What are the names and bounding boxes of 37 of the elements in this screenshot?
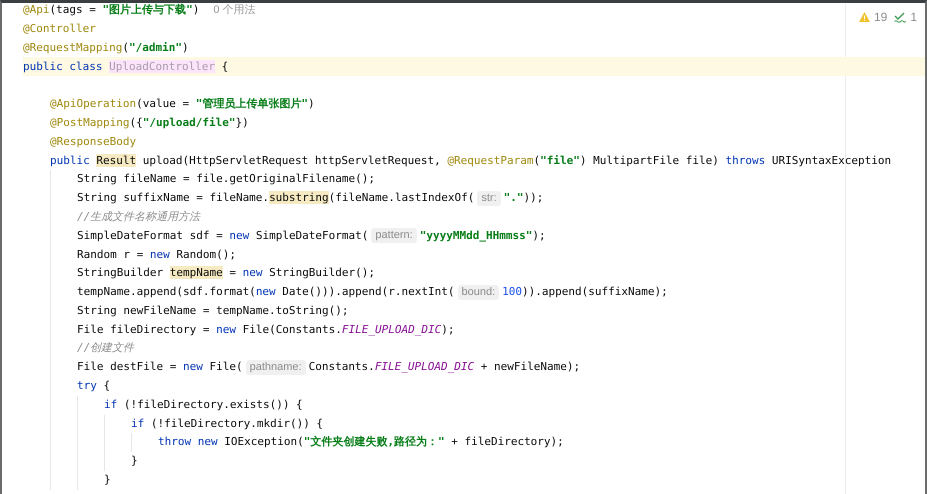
warning-count: 19 bbox=[874, 9, 888, 26]
parameter-hint: str: bbox=[477, 190, 501, 206]
code-text: File fileDirectory = new File(Constants.FILE_UPLOAD_DIC); bbox=[77, 322, 455, 338]
code-text: //生成文件名称通用方法 bbox=[77, 208, 200, 225]
code-text: } bbox=[104, 472, 111, 488]
parameter-hint: pattern: bbox=[371, 228, 417, 244]
code-text: @Controller bbox=[23, 20, 96, 37]
code-text: @ApiOperation(value = "管理员上传单张图片") bbox=[50, 96, 315, 112]
code-text: @RequestMapping("/admin") bbox=[23, 40, 189, 56]
weak-warning-count: 1 bbox=[910, 9, 917, 26]
code-text: String suffixName = fileName.substring(fileName.lastIndexOf( bbox=[77, 190, 474, 206]
code-text: } bbox=[131, 453, 138, 470]
code-text: if (!fileDirectory.mkdir()) { bbox=[131, 416, 324, 432]
code-text: throw new IOException("文件夹创建失败,路径为：" + fileDirectory); bbox=[158, 434, 564, 450]
code-text: Random r = new Random(); bbox=[77, 246, 236, 262]
code-text: String fileName = file.getOriginalFilename(); bbox=[77, 171, 376, 188]
code-text: @PostMapping({"/upload/file"}) bbox=[50, 114, 249, 131]
parameter-hint: bound: bbox=[458, 284, 500, 300]
code-text: SimpleDateFormat sdf = new SimpleDateFormat( bbox=[77, 228, 368, 244]
code-text: @ResponseBody bbox=[50, 134, 136, 150]
check-icon[interactable] bbox=[894, 12, 906, 22]
code-text: @Api(tags = "图片上传与下载") bbox=[23, 3, 200, 18]
code-text: public class UploadController { bbox=[23, 58, 228, 75]
code-text: "yyyyMMdd_HHmmss"); bbox=[420, 228, 546, 244]
code-text: 100)).append(suffixName); bbox=[502, 284, 668, 300]
code-text: try { bbox=[77, 378, 110, 394]
code-text: //创建文件 bbox=[77, 340, 134, 356]
code-text: tempName.append(sdf.format(new Date())).append(r.nextInt( bbox=[77, 284, 454, 300]
usage-hint[interactable]: 0 个用法 bbox=[213, 3, 256, 19]
code-text: if (!fileDirectory.exists()) { bbox=[104, 396, 303, 413]
code-text: Constants.FILE_UPLOAD_DIC + newFileName); bbox=[308, 359, 580, 376]
code-text: File destFile = new File( bbox=[77, 359, 243, 376]
parameter-hint: pathname: bbox=[246, 360, 306, 376]
code-text: ".")); bbox=[504, 190, 544, 206]
code-text: StringBuilder tempName = new StringBuilder(); bbox=[77, 265, 376, 282]
code-text: public Result upload(HttpServletRequest httpServletRequest, @RequestParam("file") MultipartFile file) throws URISyntaxException bbox=[50, 152, 892, 169]
code-text: String newFileName = tempName.toString(); bbox=[77, 302, 349, 319]
